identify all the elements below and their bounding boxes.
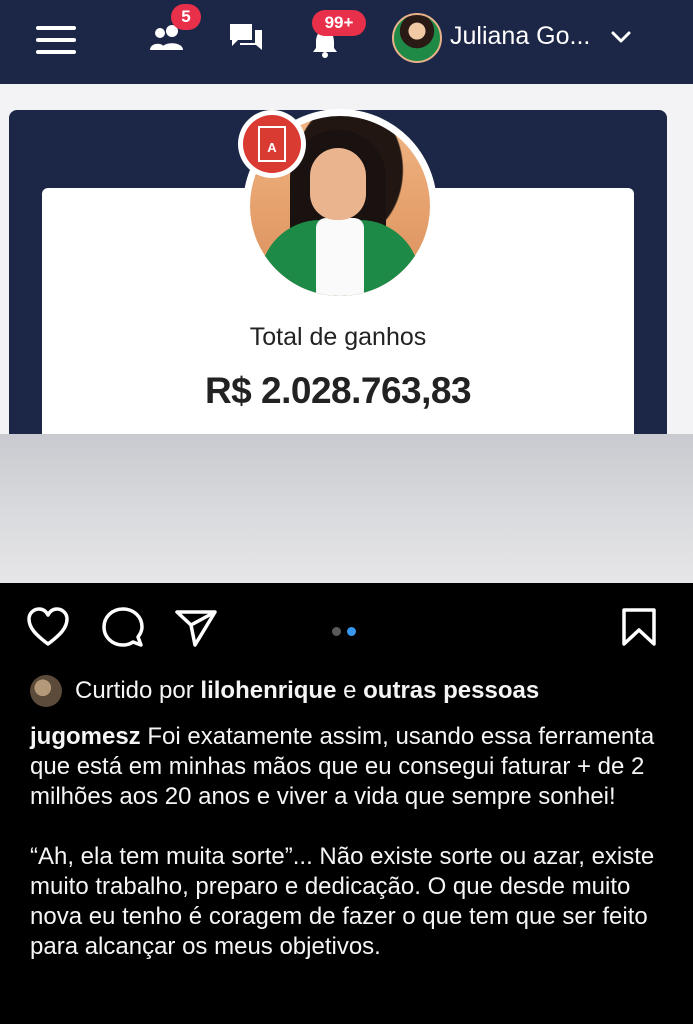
carousel-indicator	[332, 623, 362, 641]
earnings-label: Total de ganhos	[249, 323, 427, 351]
likes-text[interactable]: Curtido por lilohenrique e outras pessoa…	[75, 677, 539, 705]
liker-avatar[interactable]	[30, 675, 62, 707]
friends-badge: 5	[171, 4, 201, 30]
post-action-bar	[0, 583, 693, 678]
top-navbar: 5 99+ Juliana Go...	[0, 0, 693, 84]
carousel-dot-active	[347, 627, 356, 636]
hamburger-menu-icon[interactable]	[36, 26, 76, 54]
chat-icon[interactable]	[228, 22, 264, 56]
caption-paragraph-2: “Ah, ela tem muita sorte”... Não existe …	[30, 843, 655, 960]
earnings-value: R$ 2.028.763,83	[204, 370, 472, 411]
chevron-down-icon[interactable]	[610, 26, 632, 53]
user-avatar[interactable]	[392, 13, 442, 63]
share-icon[interactable]	[175, 609, 217, 652]
bookmark-icon[interactable]	[621, 607, 657, 652]
likes-prefix: Curtido por	[75, 677, 194, 704]
heart-icon[interactable]	[26, 607, 70, 652]
liker-username[interactable]: lilohenrique	[200, 677, 336, 704]
likes-others[interactable]: outras pessoas	[363, 677, 539, 704]
screenshot-gray-area	[0, 434, 693, 583]
embedded-screenshot: 5 99+ Juliana Go... A Total de ganhos R$…	[0, 0, 693, 583]
comment-icon[interactable]	[102, 607, 144, 654]
likes-middle: e	[343, 677, 357, 704]
notifications-badge: 99+	[312, 10, 366, 36]
user-name[interactable]: Juliana Go...	[450, 22, 590, 51]
caption-username[interactable]: jugomesz	[30, 723, 141, 750]
carousel-dot	[332, 627, 341, 636]
achievement-seal-mark: A	[258, 126, 286, 162]
post-caption: jugomesz Foi exatamente assim, usando es…	[30, 722, 660, 962]
